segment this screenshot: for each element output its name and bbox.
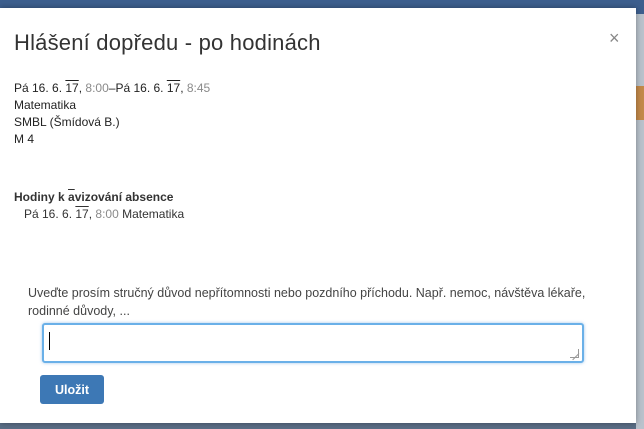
resize-handle-icon[interactable] xyxy=(570,349,579,358)
close-icon[interactable]: × xyxy=(609,29,620,47)
absence-dialog: Hlášení dopředu - po hodinách × Pá 16. 6… xyxy=(0,8,636,423)
dialog-title: Hlášení dopředu - po hodinách xyxy=(14,30,321,55)
lesson-subject: Matematika xyxy=(14,98,77,112)
background-accent xyxy=(636,86,644,120)
background-page-edge xyxy=(636,14,644,429)
hours-list-item: Pá 16. 6. 17, 8:00 Matematika xyxy=(24,207,185,221)
reason-label: Uveďte prosím stručný důvod nepřítomnost… xyxy=(28,286,586,318)
lesson-time-range: Pá 16. 6. 17, 8:00–Pá 16. 6. 17, 8:45 xyxy=(14,81,211,95)
lesson-room: M 4 xyxy=(14,132,35,146)
text-caret xyxy=(49,332,50,350)
lesson-info: Pá 16. 6. 17, 8:00–Pá 16. 6. 17, 8:45 Ma… xyxy=(14,80,210,148)
hours-section-title: Hodiny k avizování absence xyxy=(14,190,174,204)
lesson-teacher: SMBL (Šmídová B.) xyxy=(14,115,120,129)
reason-textarea[interactable] xyxy=(42,323,584,363)
save-button[interactable]: Uložit xyxy=(40,375,104,404)
